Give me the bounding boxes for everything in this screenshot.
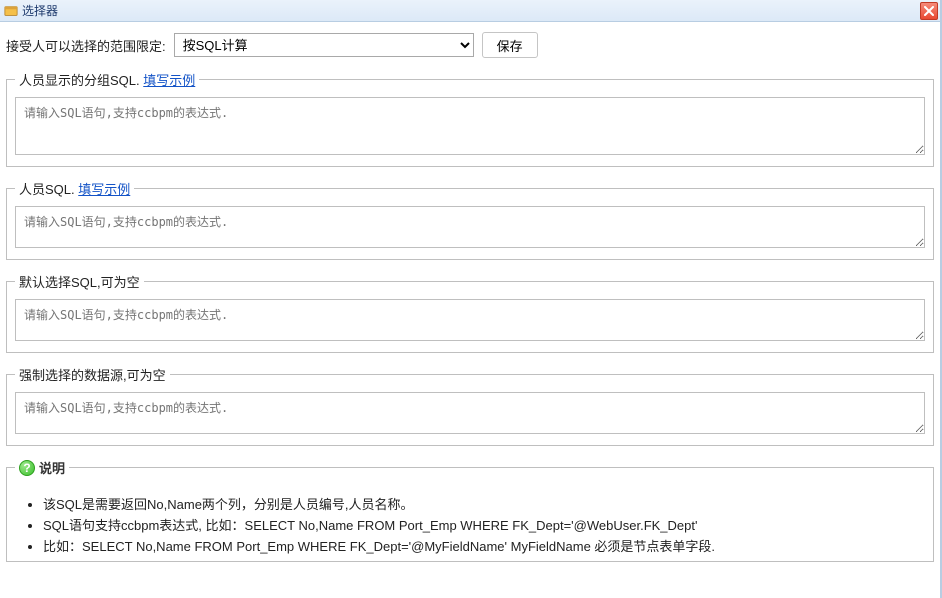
group-sql-input[interactable] xyxy=(15,97,925,155)
person-sql-legend-text: 人员SQL. xyxy=(19,182,75,197)
force-sql-fieldset: 强制选择的数据源,可为空 xyxy=(6,365,934,446)
default-sql-fieldset: 默认选择SQL,可为空 xyxy=(6,272,934,353)
default-sql-input[interactable] xyxy=(15,299,925,341)
group-sql-example-link[interactable]: 填写示例 xyxy=(143,73,195,88)
default-sql-legend: 默认选择SQL,可为空 xyxy=(15,272,144,291)
close-icon xyxy=(924,6,934,16)
force-sql-input[interactable] xyxy=(15,392,925,434)
save-button[interactable]: 保存 xyxy=(482,32,538,58)
help-fieldset: ? 说明 该SQL是需要返回No,Name两个列，分别是人员编号,人员名称。 S… xyxy=(6,458,934,562)
group-sql-legend-text: 人员显示的分组SQL. xyxy=(19,73,140,88)
help-item: 该SQL是需要返回No,Name两个列，分别是人员编号,人员名称。 xyxy=(43,495,925,516)
help-title: 说明 xyxy=(39,458,65,477)
titlebar: 选择器 xyxy=(0,0,940,22)
topbar: 接受人可以选择的范围限定: 按SQL计算 保存 xyxy=(0,22,940,66)
group-sql-legend: 人员显示的分组SQL. 填写示例 xyxy=(15,70,199,89)
help-item: SQL语句支持ccbpm表达式, 比如：SELECT No,Name FROM … xyxy=(43,516,925,537)
force-sql-legend: 强制选择的数据源,可为空 xyxy=(15,365,170,384)
close-button[interactable] xyxy=(920,2,938,20)
help-item: 比如：SELECT No,Name FROM Port_Emp WHERE FK… xyxy=(43,537,925,558)
person-sql-input[interactable] xyxy=(15,206,925,248)
help-list: 该SQL是需要返回No,Name两个列，分别是人员编号,人员名称。 SQL语句支… xyxy=(43,495,925,557)
scope-label: 接受人可以选择的范围限定: xyxy=(6,36,166,55)
person-sql-fieldset: 人员SQL. 填写示例 xyxy=(6,179,934,260)
person-sql-legend: 人员SQL. 填写示例 xyxy=(15,179,134,198)
scope-select[interactable]: 按SQL计算 xyxy=(174,33,474,57)
help-legend: ? 说明 xyxy=(15,458,69,477)
window-icon xyxy=(4,4,18,18)
group-sql-fieldset: 人员显示的分组SQL. 填写示例 xyxy=(6,70,934,167)
person-sql-example-link[interactable]: 填写示例 xyxy=(78,182,130,197)
window-title: 选择器 xyxy=(22,2,58,19)
help-icon: ? xyxy=(19,460,35,476)
